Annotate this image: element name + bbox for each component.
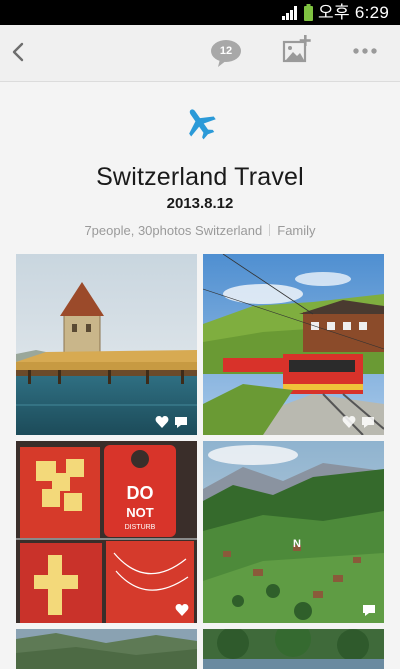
photo-image — [203, 254, 384, 435]
photo-tile[interactable] — [203, 254, 384, 435]
photo-badges — [342, 415, 376, 429]
toolbar: 12 — [0, 25, 400, 82]
status-time: 오후 6:29 — [318, 3, 390, 22]
photo-image — [203, 629, 384, 669]
svg-text:N: N — [293, 538, 301, 550]
more-icon — [353, 48, 377, 54]
back-button[interactable] — [0, 25, 40, 81]
photo-image: N — [203, 441, 384, 623]
heart-icon — [342, 416, 374, 428]
heart-icon — [175, 604, 189, 616]
album-content: Switzerland Travel 2013.8.12 7people, 30… — [0, 82, 400, 669]
comment-icon — [363, 605, 375, 616]
album-category[interactable]: Family — [277, 223, 315, 238]
svg-text:NOT: NOT — [126, 505, 154, 520]
chevron-left-icon — [12, 42, 24, 62]
signal-icon — [282, 6, 297, 20]
album-meta: 7people, 30photos Switzerland Family — [0, 223, 400, 239]
comment-icon — [175, 417, 187, 428]
photo-badges — [175, 603, 189, 617]
photo-tile[interactable]: DO NOT DISTURB — [16, 441, 197, 623]
svg-text:DO: DO — [127, 483, 154, 503]
album-date: 2013.8.12 — [166, 195, 234, 212]
comment-icon — [362, 417, 374, 428]
status-bar: 오후 6:29 — [0, 0, 400, 25]
photo-tile[interactable] — [203, 629, 384, 669]
heart-icon — [155, 416, 187, 428]
photo-image — [16, 254, 197, 435]
photo-badges — [155, 415, 189, 429]
comments-button[interactable]: 12 — [206, 25, 250, 81]
photo-image: DO NOT DISTURB — [16, 441, 197, 623]
svg-text:DISTURB: DISTURB — [125, 524, 156, 531]
photo-add-icon — [282, 35, 311, 63]
airplane-icon — [189, 109, 216, 140]
add-photo-button[interactable] — [278, 25, 318, 81]
photo-tile[interactable] — [16, 254, 197, 435]
photo-tile[interactable]: N — [203, 441, 384, 623]
comment-count: 12 — [219, 45, 233, 57]
meta-divider — [269, 224, 271, 236]
battery-icon — [304, 4, 313, 21]
album-meta-info: 7people, 30photos Switzerland — [84, 223, 263, 238]
more-options-button[interactable] — [344, 25, 388, 81]
photo-tile[interactable] — [16, 629, 197, 669]
photo-image — [16, 629, 197, 669]
album-title: Switzerland Travel — [96, 163, 304, 191]
photo-badges — [362, 603, 376, 617]
